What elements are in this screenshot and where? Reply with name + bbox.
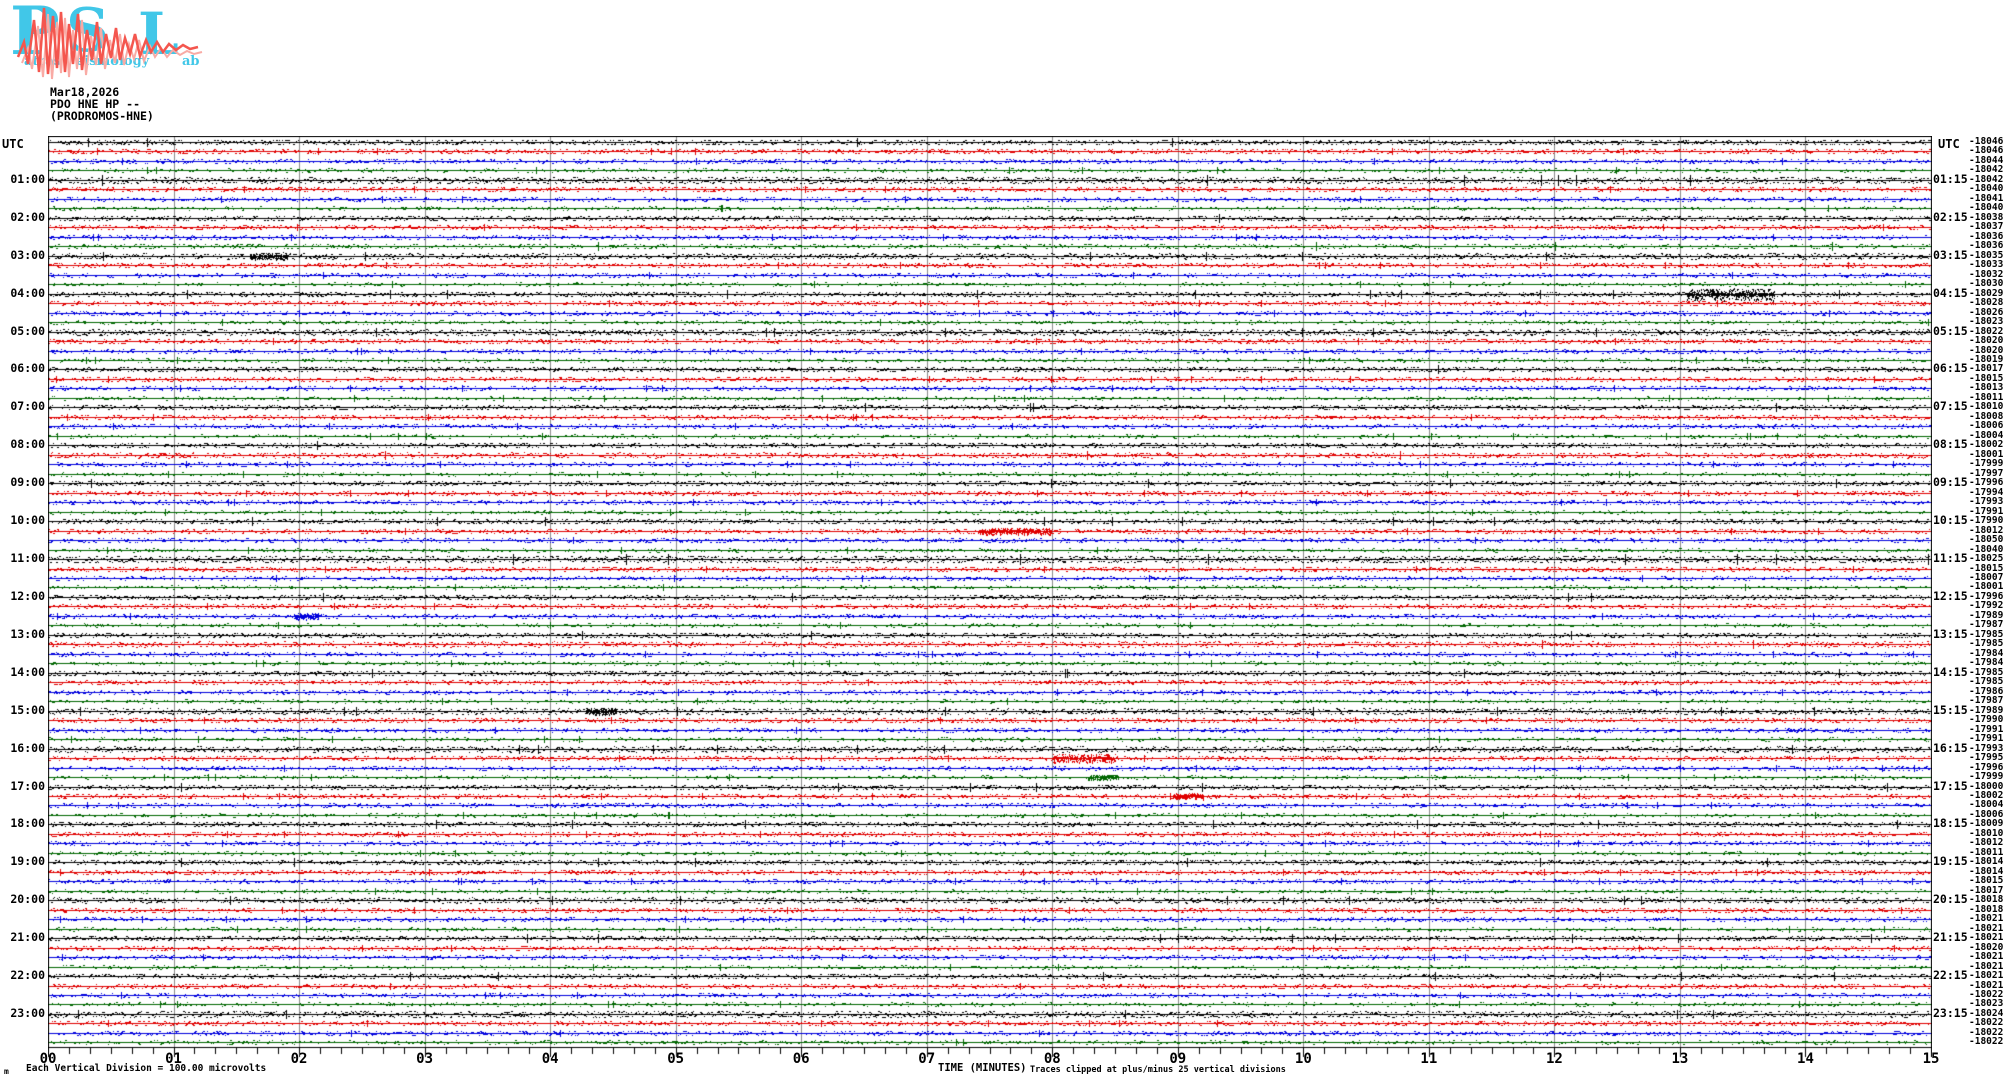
hour-label-left: 07:00 — [10, 399, 45, 414]
x-tick-label: 11 — [1420, 1051, 1438, 1067]
x-tick-label: 06 — [792, 1051, 810, 1067]
x-tick-label: 15 — [1922, 1051, 1940, 1067]
x-tick-label: 02 — [290, 1051, 308, 1067]
logo-seismic-wave-icon — [16, 7, 203, 80]
hour-label-left: 13:00 — [10, 626, 45, 641]
hour-label-right: 13:15 — [1933, 626, 1968, 641]
hour-label-right: 14:15 — [1933, 664, 1968, 679]
hour-label-right: 08:15 — [1933, 437, 1968, 452]
station-name-label: (PRODROMOS-HNE) — [50, 109, 154, 123]
hour-label-right: 16:15 — [1933, 740, 1968, 755]
hour-label-left: 22:00 — [10, 968, 45, 983]
hour-label-left: 08:00 — [10, 437, 45, 452]
hour-label-right: 06:15 — [1933, 361, 1968, 376]
hour-label-left: 23:00 — [10, 1005, 45, 1020]
footer-glyph: m — [4, 1067, 9, 1076]
x-tick-label: 13 — [1671, 1051, 1689, 1067]
hour-label-right: 15:15 — [1933, 702, 1968, 717]
hour-label-left: 02:00 — [10, 209, 45, 224]
utc-right-label: UTC — [1938, 137, 1960, 151]
hour-label-right: 20:15 — [1933, 892, 1968, 907]
psl-logo: P atras S eismology L ab — [8, 0, 203, 80]
hour-label-left: 18:00 — [10, 816, 45, 831]
x-tick-label: 04 — [541, 1051, 559, 1067]
hour-label-left: 15:00 — [10, 702, 45, 717]
hour-label-left: 20:00 — [10, 892, 45, 907]
x-axis-title: TIME (MINUTES) — [938, 1062, 1027, 1074]
hour-label-right: 01:15 — [1933, 171, 1968, 186]
hour-label-right: 04:15 — [1933, 285, 1968, 300]
hour-label-right: 11:15 — [1933, 551, 1968, 566]
hour-label-left: 17:00 — [10, 778, 45, 793]
scale-note: Each Vertical Division = 100.00 microvol… — [26, 1063, 267, 1074]
x-tick-label: 10 — [1294, 1051, 1312, 1067]
hour-label-right: 12:15 — [1933, 588, 1968, 603]
hour-label-right: 18:15 — [1933, 816, 1968, 831]
clip-note: Traces clipped at plus/minus 25 vertical… — [1030, 1065, 1286, 1075]
hour-label-left: 12:00 — [10, 588, 45, 603]
x-tick-label: 03 — [416, 1051, 434, 1067]
utc-left-label: UTC — [2, 137, 24, 151]
hour-label-left: 14:00 — [10, 664, 45, 679]
hour-label-left: 06:00 — [10, 361, 45, 376]
hour-label-left: 09:00 — [10, 475, 45, 490]
hour-label-left: 05:00 — [10, 323, 45, 338]
hour-label-left: 04:00 — [10, 285, 45, 300]
hour-label-right: 19:15 — [1933, 854, 1968, 869]
hour-label-left: 16:00 — [10, 740, 45, 755]
hour-label-right: 03:15 — [1933, 247, 1968, 262]
hour-label-left: 19:00 — [10, 854, 45, 869]
hour-label-left: 01:00 — [10, 171, 45, 186]
hour-label-right: 10:15 — [1933, 513, 1968, 528]
hour-label-right: 22:15 — [1933, 968, 1968, 983]
hour-label-right: 21:15 — [1933, 930, 1968, 945]
hour-label-right: 09:15 — [1933, 475, 1968, 490]
hour-label-right: 23:15 — [1933, 1005, 1968, 1020]
hour-label-right: 05:15 — [1933, 323, 1968, 338]
helicorder-page: P atras S eismology L ab Mar18,2026 PDO … — [0, 0, 2010, 1080]
hour-label-right: 07:15 — [1933, 399, 1968, 414]
seismogram-plot — [48, 136, 1932, 1058]
hour-label-right: 02:15 — [1933, 209, 1968, 224]
x-tick-label: 14 — [1797, 1051, 1814, 1067]
hour-label-left: 21:00 — [10, 930, 45, 945]
trace-offset-value: -18022 — [1969, 1036, 2004, 1048]
x-tick-label: 12 — [1545, 1051, 1563, 1067]
hour-label-left: 11:00 — [10, 551, 45, 566]
x-tick-label: 05 — [667, 1051, 685, 1067]
hour-label-left: 10:00 — [10, 513, 45, 528]
hour-label-left: 03:00 — [10, 247, 45, 262]
hour-label-right: 17:15 — [1933, 778, 1968, 793]
